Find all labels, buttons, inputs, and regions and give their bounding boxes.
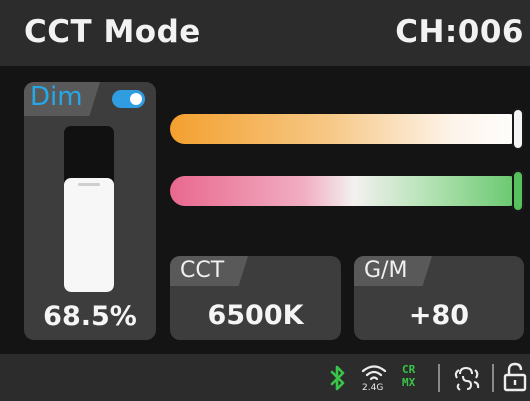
gm-value: +80 (408, 300, 470, 331)
status-divider (438, 364, 440, 392)
header-bar: CCT Mode CH:006 (0, 0, 530, 66)
cct-value: 6500K (207, 300, 304, 331)
status-bar: 2.4G CR MX (0, 354, 530, 401)
dim-slider-grip (78, 183, 100, 187)
dim-label: Dim (30, 82, 83, 112)
dim-slider-fill (64, 178, 114, 292)
wireless-band-label: 2.4G (362, 383, 384, 393)
bluetooth-icon (329, 364, 347, 396)
mode-title: CCT Mode (24, 14, 201, 50)
crmx-line2: MX (402, 376, 416, 389)
cct-slider[interactable] (170, 108, 524, 150)
cct-card[interactable]: CCT 6500K (170, 256, 341, 340)
cct-label: CCT (180, 258, 225, 283)
channel-indicator[interactable]: CH:006 (395, 14, 524, 50)
gm-slider-handle[interactable] (512, 170, 524, 212)
gm-slider[interactable] (170, 170, 524, 212)
dim-toggle-knob (130, 93, 142, 105)
dim-value: 68.5% (43, 301, 137, 332)
link-icon (452, 363, 482, 397)
crmx-line1: CR (402, 363, 416, 376)
cct-slider-handle[interactable] (512, 108, 524, 150)
status-divider (492, 364, 494, 392)
crmx-icon: CR MX (402, 363, 424, 389)
dim-slider[interactable] (64, 126, 114, 292)
dim-toggle[interactable] (112, 90, 145, 108)
gm-card[interactable]: G/M +80 (354, 256, 524, 340)
gm-label: G/M (364, 258, 408, 283)
unlock-icon[interactable] (503, 362, 527, 396)
dim-panel: Dim 68.5% (24, 82, 156, 340)
